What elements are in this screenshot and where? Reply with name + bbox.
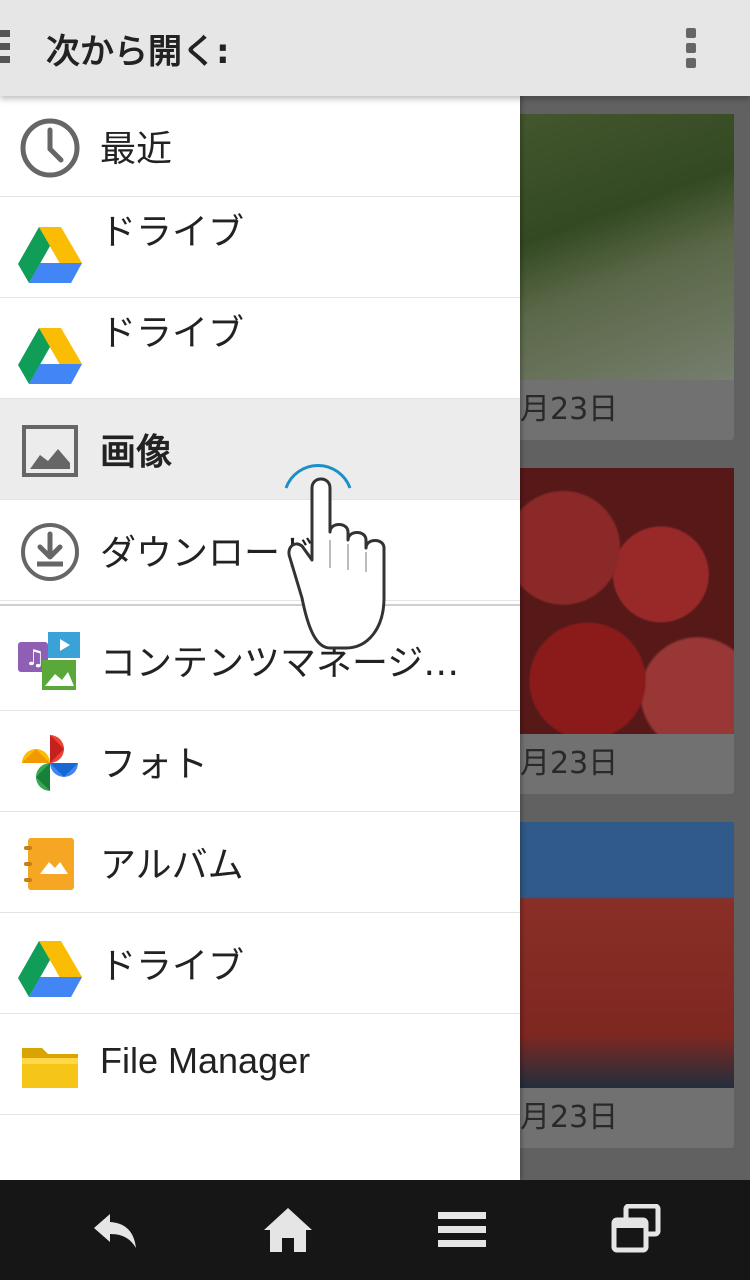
- drawer-item-label: 最近: [100, 129, 173, 170]
- drawer-item-drive[interactable]: ドライブ: [0, 298, 520, 399]
- google-drive-icon: [18, 227, 82, 283]
- menu-icon[interactable]: [434, 1204, 490, 1256]
- drawer-item-label: 画像: [100, 432, 173, 473]
- drawer-item-label: ドライブ: [100, 313, 245, 354]
- section-divider: [0, 604, 520, 606]
- drawer-item-label: アルバム: [100, 845, 244, 886]
- navigation-drawer: 最近 ドライブ ドライブ 画像 ダウンロード ♫ コンテンツマネージ… フォト …: [0, 96, 520, 1180]
- drawer-item-label: File Manager: [100, 1040, 311, 1081]
- google-photos-icon: [22, 735, 78, 791]
- drawer-item-label: ドライブ: [100, 946, 245, 987]
- content-manager-icon: ♫: [18, 632, 80, 690]
- system-navigation-bar: [0, 1180, 750, 1280]
- drawer-item-album[interactable]: アルバム: [0, 812, 520, 913]
- app-bar: 次から開く:: [0, 0, 750, 96]
- back-icon[interactable]: [88, 1204, 144, 1256]
- drawer-item-recent[interactable]: 最近: [0, 96, 520, 197]
- image-icon: [22, 425, 78, 477]
- drawer-item-photos[interactable]: フォト: [0, 711, 520, 812]
- drawer-item-images[interactable]: 画像: [0, 399, 520, 500]
- clock-icon: [20, 118, 80, 178]
- recent-apps-icon[interactable]: [608, 1204, 664, 1256]
- google-drive-icon: [18, 941, 82, 997]
- drawer-item-downloads[interactable]: ダウンロード: [0, 500, 520, 601]
- drawer-item-label: フォト: [100, 744, 209, 785]
- google-drive-icon: [18, 328, 82, 384]
- drawer-item-drive[interactable]: ドライブ: [0, 197, 520, 298]
- download-icon: [21, 523, 79, 581]
- home-icon[interactable]: [260, 1204, 316, 1256]
- touch-hand-indicator: [284, 463, 386, 650]
- drawer-item-file-manager[interactable]: File Manager: [0, 1014, 520, 1115]
- folder-icon: [22, 1048, 78, 1088]
- page-title: 次から開く:: [46, 32, 230, 72]
- hamburger-icon[interactable]: [0, 30, 10, 70]
- drawer-item-label: ドライブ: [100, 212, 245, 253]
- drawer-item-content-manager[interactable]: ♫ コンテンツマネージ…: [0, 610, 520, 711]
- overflow-menu-icon[interactable]: [684, 28, 698, 72]
- album-icon: [24, 838, 74, 890]
- svg-text:♫: ♫: [25, 646, 45, 671]
- drawer-item-drive[interactable]: ドライブ: [0, 913, 520, 1014]
